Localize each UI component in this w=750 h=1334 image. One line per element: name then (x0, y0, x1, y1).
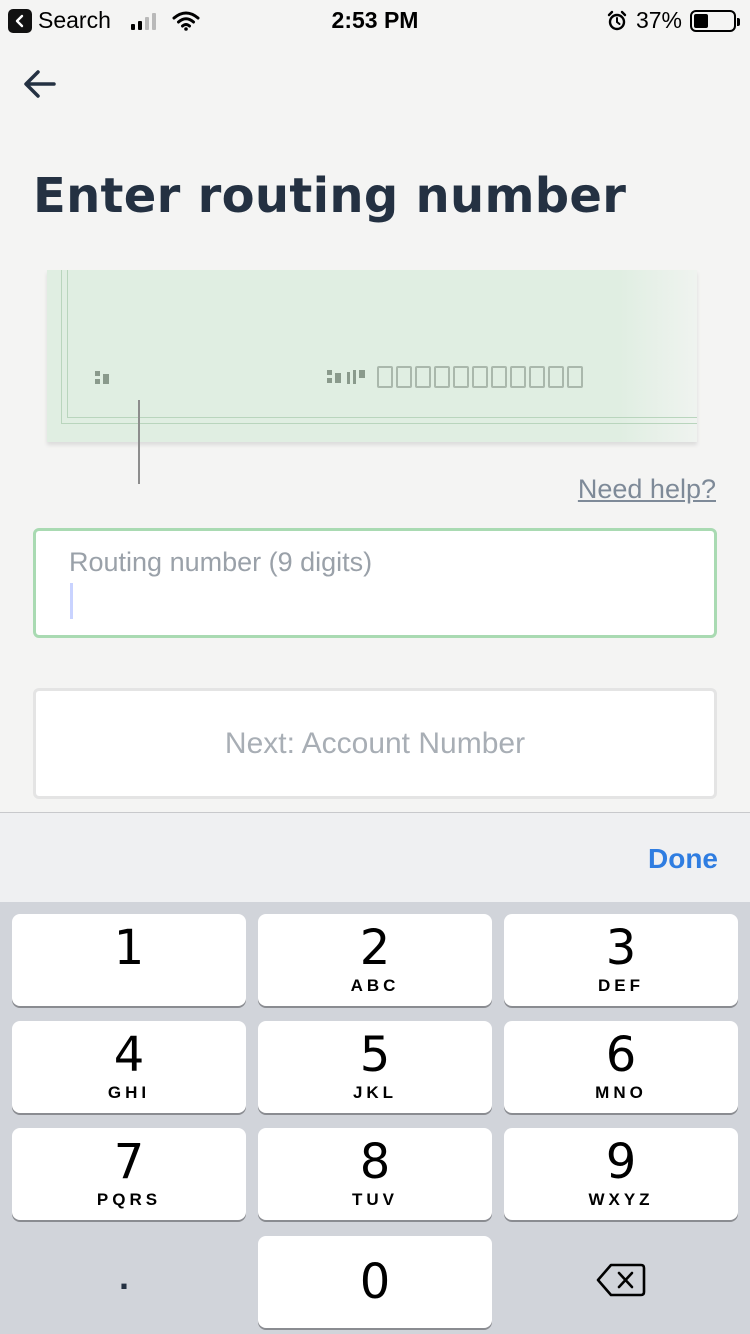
key-1[interactable]: 1 (12, 914, 246, 1006)
routing-number-input[interactable]: Routing number (9 digits) (33, 528, 717, 638)
key-dot-label: . (118, 1256, 129, 1297)
delete-key-icon (596, 1263, 646, 1297)
key-dot[interactable]: . (12, 1236, 246, 1328)
delete-key[interactable] (504, 1236, 738, 1328)
key-0[interactable]: 0 (258, 1236, 492, 1328)
key-4[interactable]: 4 GHI (12, 1021, 246, 1113)
key-3[interactable]: 3 DEF (504, 914, 738, 1006)
key-digit: 3 (605, 920, 637, 976)
micr-transit-icon (327, 370, 365, 384)
back-button[interactable] (20, 64, 60, 104)
keyboard-toolbar: Done (0, 812, 750, 902)
done-button[interactable]: Done (648, 843, 718, 875)
key-digit: 0 (359, 1254, 391, 1310)
check-pointer-line (138, 400, 140, 484)
check-border-line (67, 270, 68, 418)
need-help-link[interactable]: Need help? (578, 474, 716, 505)
routing-number-placeholder: Routing number (9 digits) (69, 547, 373, 577)
key-letters: JKL (352, 1083, 398, 1102)
battery-icon (690, 9, 740, 32)
micr-symbol-icon (93, 366, 113, 394)
key-letters: MNO (595, 1083, 647, 1102)
key-letters: TUV (352, 1190, 398, 1209)
key-digit: 8 (359, 1134, 391, 1190)
check-illustration (47, 270, 697, 442)
key-7[interactable]: 7 PQRS (12, 1128, 246, 1220)
micr-routing-area (325, 366, 583, 388)
key-letters: GHI (107, 1083, 151, 1102)
key-letters: ABC (350, 976, 400, 995)
key-digit: 1 (113, 920, 145, 976)
check-border-line (61, 423, 697, 424)
key-digit: 4 (113, 1027, 145, 1083)
key-9[interactable]: 9 WXYZ (504, 1128, 738, 1220)
key-digit: 9 (605, 1134, 637, 1190)
key-6[interactable]: 6 MNO (504, 1021, 738, 1113)
back-arrow-icon (24, 70, 56, 98)
key-letters: WXYZ (588, 1190, 654, 1209)
status-right: 37% (606, 7, 740, 34)
numeric-keypad: 1 2 ABC 3 DEF 4 GHI 5 JKL 6 MNO 7 PQRS 8 (0, 902, 750, 1334)
alarm-icon (607, 10, 627, 30)
status-bar: Search 2:53 PM 37% (0, 0, 750, 40)
check-border-line (67, 417, 697, 418)
key-digit: 7 (113, 1134, 145, 1190)
check-border-line (61, 270, 62, 424)
key-digit: 6 (605, 1027, 637, 1083)
key-digit: 5 (359, 1027, 391, 1083)
next-account-number-button[interactable]: Next: Account Number (33, 688, 717, 799)
routing-number-screen: Search 2:53 PM 37% Enter routing number … (0, 0, 750, 1334)
key-5[interactable]: 5 JKL (258, 1021, 492, 1113)
page-title: Enter routing number (33, 168, 627, 224)
key-8[interactable]: 8 TUV (258, 1128, 492, 1220)
key-digit: 2 (359, 920, 391, 976)
battery-fill (694, 13, 709, 28)
key-letters: DEF (598, 976, 644, 995)
routing-digit-boxes (377, 366, 583, 388)
text-caret (70, 583, 73, 619)
battery-percent: 37% (635, 7, 682, 33)
key-2[interactable]: 2 ABC (258, 914, 492, 1006)
key-letters: PQRS (96, 1190, 162, 1209)
